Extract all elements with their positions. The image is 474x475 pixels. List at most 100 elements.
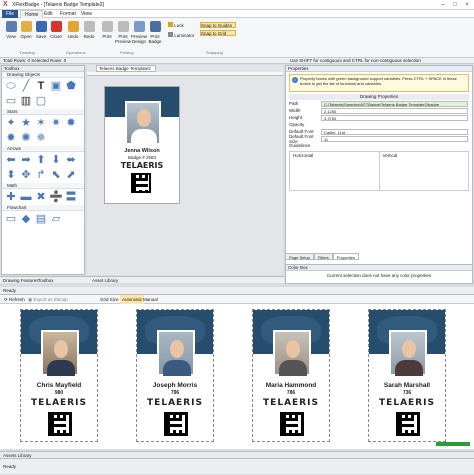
properties-panel: Properties i Property boxes with green b… xyxy=(285,65,473,265)
seal-icon[interactable]: ✵ xyxy=(35,132,47,144)
line-icon[interactable]: ╱ xyxy=(20,80,32,92)
vertical-column: Vertical xyxy=(382,153,398,158)
preview-design-button[interactable]: Preview Design xyxy=(131,21,147,47)
snap-grid-toggle[interactable]: Snap to Grid xyxy=(200,30,236,36)
plus-icon[interactable]: ✚ xyxy=(5,191,17,203)
arrow-right-icon[interactable]: ➡ xyxy=(20,154,32,166)
barcode-icon[interactable]: ▥ xyxy=(20,95,32,107)
group-label: Snapping xyxy=(206,50,223,55)
card-photo xyxy=(273,330,311,376)
print-badge-button[interactable]: Print Badge xyxy=(147,21,163,47)
menu-edit[interactable]: Edit xyxy=(40,10,57,18)
close-x-icon xyxy=(50,21,62,32)
width-field[interactable]: 2.1250 xyxy=(321,107,468,114)
rounded-rect-icon[interactable]: ▢ xyxy=(35,95,47,107)
snap-guides-toggle[interactable]: Snap to Guides xyxy=(200,22,236,28)
star8-icon[interactable]: ✷ xyxy=(50,117,62,129)
card-logo: TELAERIS xyxy=(147,398,203,408)
lock-button[interactable]: Lock xyxy=(168,22,194,28)
badge-logo: TELAERIS xyxy=(120,161,164,170)
progress-bar xyxy=(436,442,470,446)
card-logo: TELAERIS xyxy=(379,398,435,408)
arrow-ud-icon[interactable]: ⬍ xyxy=(5,169,17,181)
asset-library-label: Asset Library xyxy=(92,278,119,283)
badge-card[interactable]: Joseph Morris 796 TELAERIS xyxy=(136,309,214,442)
tab-properties[interactable]: Properties xyxy=(332,253,360,260)
data-icon[interactable]: ▱ xyxy=(50,213,62,225)
height-field[interactable]: 3.3750 xyxy=(321,114,468,121)
font-size-field[interactable]: 11 xyxy=(321,135,468,142)
badge-preview[interactable]: Jenna Wilson Badge # 2583 TELAERIS xyxy=(104,86,180,204)
opacity-slider[interactable] xyxy=(321,122,468,128)
divide-icon[interactable]: ➗ xyxy=(49,191,63,203)
equal-icon[interactable]: 〓 xyxy=(65,191,77,203)
star6-icon[interactable]: ✶ xyxy=(35,117,47,129)
arrow-cross-icon[interactable]: ✥ xyxy=(20,169,32,181)
info-icon: i xyxy=(292,77,298,83)
open-button[interactable]: Open xyxy=(18,21,34,47)
assets-library-bar[interactable]: Assets Library xyxy=(0,451,474,458)
group-label: Printing xyxy=(120,50,134,55)
image-icon[interactable]: ▣ xyxy=(50,80,62,92)
arrow-bend-icon[interactable]: ↱ xyxy=(35,169,47,181)
rectangle-icon[interactable]: ▭ xyxy=(5,95,17,107)
toolbox-panel: Toolbox Drawing Objects ⬭ ╱ T ▣ ⬟ ▭ ▥ ▢ … xyxy=(1,65,85,275)
font-field[interactable]: Calibri, 11pt xyxy=(321,128,468,135)
card-name: Joseph Morris xyxy=(152,382,198,389)
card-logo: TELAERIS xyxy=(263,398,319,408)
minimize-icon[interactable]: – xyxy=(438,1,448,9)
tab-toolbox[interactable]: Toolbox xyxy=(38,277,54,284)
tab-page-setup[interactable]: Page Setup xyxy=(285,253,314,260)
tab-filters[interactable]: Filters xyxy=(313,253,333,260)
process-icon[interactable]: ▭ xyxy=(5,213,17,225)
redo-button[interactable]: Redo xyxy=(81,21,97,47)
arrow-lr-icon[interactable]: ⬌ xyxy=(65,154,77,166)
refresh-button[interactable]: ⟳ Refresh xyxy=(4,295,25,304)
text-icon[interactable]: T xyxy=(35,80,47,92)
prop-opacity: Opacity xyxy=(286,121,472,128)
document-icon[interactable]: ▤ xyxy=(35,213,47,225)
preview-design-icon xyxy=(133,21,145,32)
path-field[interactable]: C:\Telaeris\Samples\XFTBadge\Telaeris Ba… xyxy=(321,100,468,107)
qr-code xyxy=(48,412,72,436)
badge-card[interactable]: Chris Mayfield 980 TELAERIS xyxy=(20,309,98,442)
close-icon[interactable]: × xyxy=(462,1,472,9)
star5-icon[interactable]: ★ xyxy=(20,117,32,129)
decision-icon[interactable]: ◆ xyxy=(20,213,32,225)
undo-button[interactable]: Undo xyxy=(65,21,81,47)
export-bitmap-button[interactable]: ▣ Export as Bitmap xyxy=(28,295,68,304)
arrow-ur-icon[interactable]: ⬈ xyxy=(65,169,77,181)
close-button[interactable]: Close xyxy=(48,21,64,47)
maximize-icon[interactable]: □ xyxy=(450,1,460,9)
arrow-ul-icon[interactable]: ⬉ xyxy=(50,169,62,181)
menu-view[interactable]: View xyxy=(77,10,96,18)
automatic-toggle[interactable]: Automatic xyxy=(120,295,145,304)
save-button[interactable]: Save xyxy=(33,21,49,47)
lock-icon xyxy=(168,22,173,27)
star12-icon[interactable]: ✺ xyxy=(20,132,32,144)
multiply-icon[interactable]: ✖ xyxy=(35,191,47,203)
view-button[interactable]: View xyxy=(3,21,19,47)
pentagon-icon[interactable]: ⬟ xyxy=(65,80,77,92)
badge-card[interactable]: Sarah Marshall 736 TELAERIS xyxy=(368,309,446,442)
arrow-left-icon[interactable]: ⬅ xyxy=(5,154,17,166)
star-outline-icon[interactable]: ✸ xyxy=(5,132,17,144)
badge-card[interactable]: Maria Hammond 786 TELAERIS xyxy=(252,309,330,442)
arrow-down-icon[interactable]: ⬇ xyxy=(50,154,62,166)
manual-toggle[interactable]: Manual xyxy=(143,295,158,304)
arrow-up-icon[interactable]: ⬆ xyxy=(35,154,47,166)
menu-file[interactable]: File xyxy=(2,10,19,18)
undo-icon xyxy=(67,21,79,32)
starburst-icon[interactable]: ✹ xyxy=(65,117,77,129)
qr-code xyxy=(164,412,188,436)
print-button[interactable]: Print xyxy=(99,21,115,47)
card-number: 796 xyxy=(170,390,180,396)
star4-icon[interactable]: ✦ xyxy=(5,117,17,129)
tab-drawing-features[interactable]: Drawing Features xyxy=(3,277,39,284)
print-preview-icon xyxy=(117,21,129,32)
document-tab[interactable]: Telaeris Badge Template2 xyxy=(96,65,156,72)
ellipse-icon[interactable]: ⬭ xyxy=(5,80,17,92)
print-preview-button[interactable]: Print Preview xyxy=(115,21,131,47)
minus-icon[interactable]: ▬ xyxy=(20,191,32,203)
laminator-button[interactable]: Laminator xyxy=(168,32,198,38)
